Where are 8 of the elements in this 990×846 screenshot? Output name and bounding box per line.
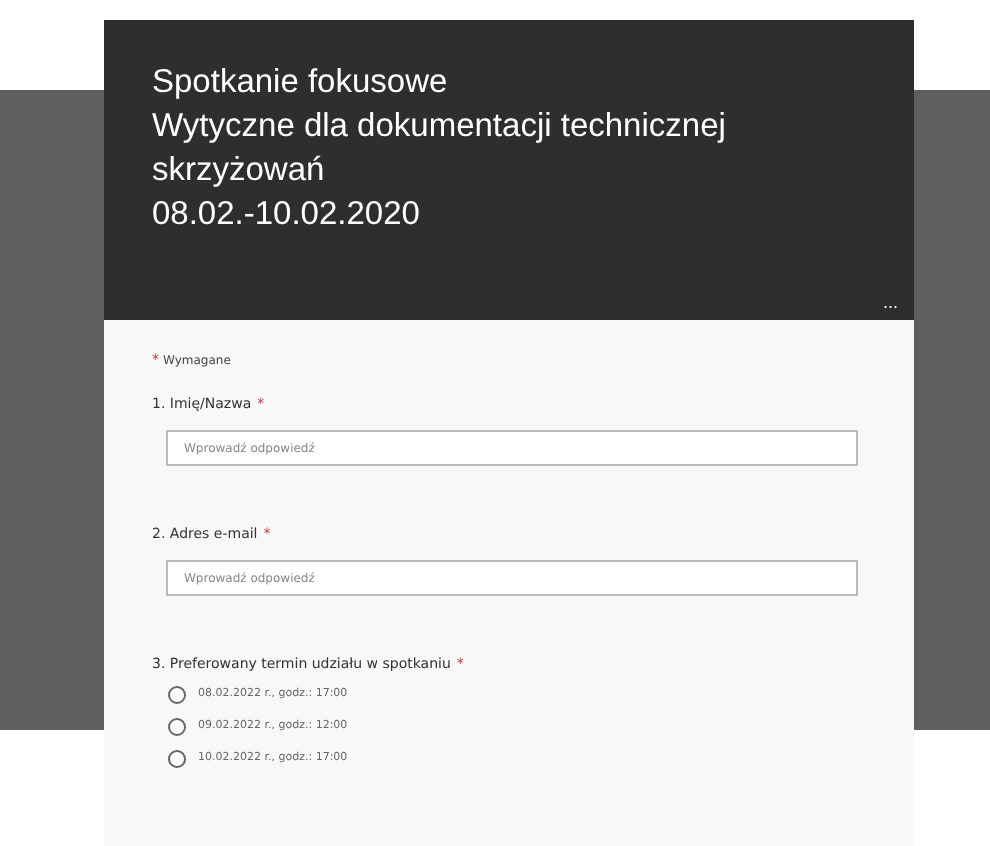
form-title-line: skrzyżowań bbox=[152, 150, 327, 192]
form-title-line: 08.02.-10.02.2020 bbox=[152, 194, 422, 236]
form-title-line: Wytyczne dla dokumentacji technicznej bbox=[152, 106, 728, 148]
radio-button[interactable] bbox=[168, 717, 186, 735]
radio-button[interactable] bbox=[168, 685, 186, 703]
radio-button[interactable] bbox=[168, 749, 186, 767]
more-options-button[interactable]: ... bbox=[882, 292, 898, 312]
form-title-line: Spotkanie fokusowe bbox=[152, 62, 450, 104]
